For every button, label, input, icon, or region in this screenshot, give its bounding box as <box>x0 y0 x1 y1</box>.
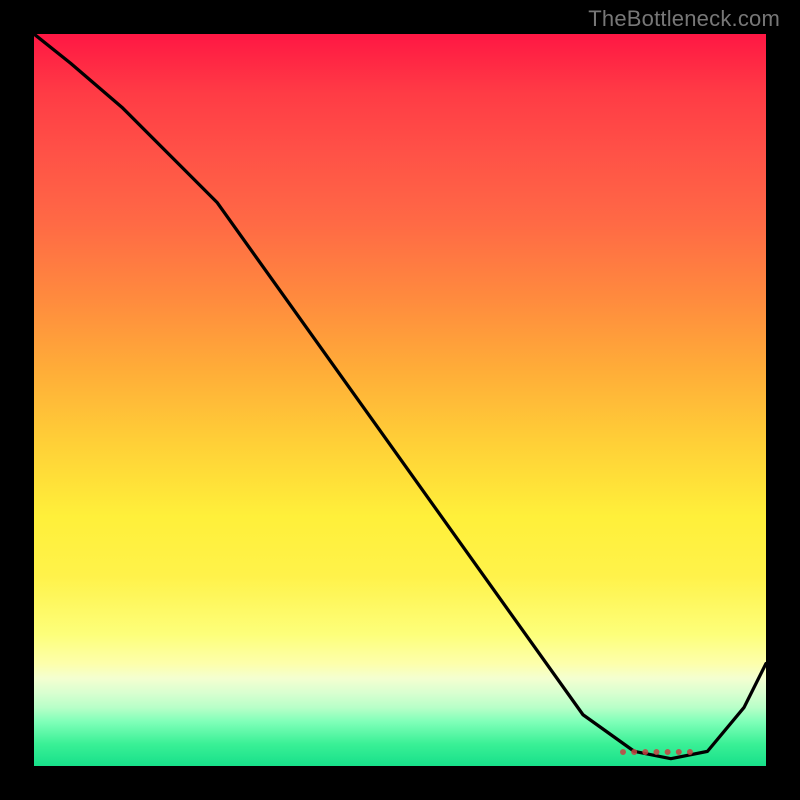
plot-area <box>30 30 770 770</box>
chart-canvas: TheBottleneck.com <box>0 0 800 800</box>
baseline-marker <box>620 749 693 755</box>
frame-mask-bottom <box>0 770 800 800</box>
frame-mask-right <box>770 0 800 800</box>
curve-line <box>34 34 766 766</box>
watermark-text: TheBottleneck.com <box>588 6 780 32</box>
frame-mask-left <box>0 0 30 800</box>
curve-path <box>34 34 766 759</box>
